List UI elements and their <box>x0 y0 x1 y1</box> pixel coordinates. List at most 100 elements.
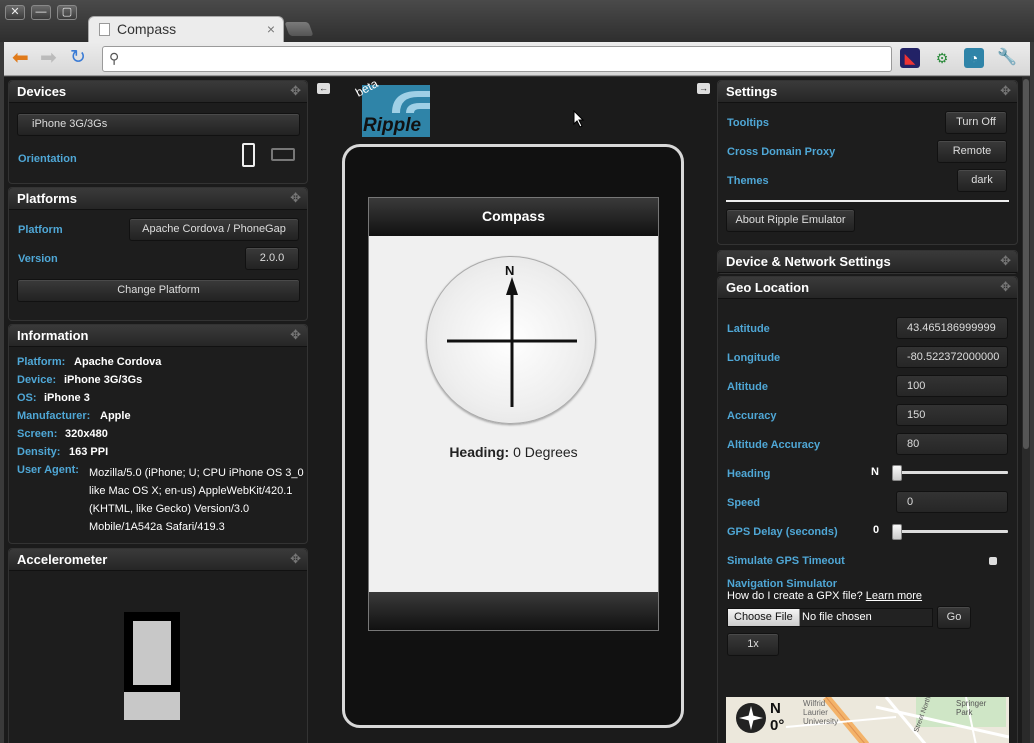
compass-dial: N <box>426 256 596 424</box>
geo-map[interactable]: N 0° Wilfrid Laurier University Springer… <box>726 697 1009 743</box>
expand-icon[interactable]: ✥ <box>1000 83 1011 99</box>
portrait-icon[interactable] <box>242 143 255 167</box>
tab-title: Compass <box>117 21 177 37</box>
info-key: Manufacturer: <box>17 410 91 422</box>
info-value: iPhone 3G/3Gs <box>64 374 143 386</box>
close-window-button[interactable]: ✕ <box>5 5 25 20</box>
logo-text: Ripple <box>363 115 422 136</box>
speed-label: Speed <box>727 497 761 509</box>
collapse-left-icon[interactable]: ← <box>317 83 330 94</box>
divider <box>726 200 1009 202</box>
collapse-right-icon[interactable]: → <box>697 83 710 94</box>
app-footer <box>369 592 658 630</box>
gps-timeout-checkbox[interactable] <box>989 557 997 565</box>
device-screen <box>133 621 171 685</box>
tab-compass[interactable]: Compass × <box>88 16 284 42</box>
go-button[interactable]: Go <box>937 606 971 629</box>
panel-title: Device & Network Settings <box>726 254 891 269</box>
altitude-accuracy-input[interactable]: 80 <box>896 433 1008 455</box>
altitude-input[interactable]: 100 <box>896 375 1008 397</box>
url-input[interactable] <box>129 50 879 68</box>
accuracy-label: Accuracy <box>727 410 777 422</box>
choose-file-button[interactable]: Choose File <box>728 609 800 626</box>
file-input[interactable]: Choose File No file chosen <box>727 608 933 627</box>
geo-panel: Geo Location ✥ Latitude 43.465186999999 L… <box>717 276 1018 743</box>
tooltips-toggle-button[interactable]: Turn Off <box>945 111 1007 134</box>
version-label: Version <box>18 253 58 265</box>
speed-input[interactable]: 0 <box>896 491 1008 513</box>
close-tab-icon[interactable]: × <box>267 21 275 37</box>
geo-header[interactable]: Geo Location ✥ <box>718 277 1017 299</box>
back-arrow-icon[interactable]: ⬅ <box>12 48 29 68</box>
landscape-icon[interactable] <box>271 148 295 161</box>
expand-icon[interactable]: ✥ <box>290 551 301 567</box>
search-icon: ⚲ <box>109 50 120 66</box>
platforms-header[interactable]: Platforms ✥ <box>9 188 307 210</box>
version-select[interactable]: 2.0.0 <box>245 247 299 270</box>
expand-icon[interactable]: ✥ <box>290 327 301 343</box>
information-header[interactable]: Information ✥ <box>9 325 307 347</box>
info-value: Apple <box>100 410 131 422</box>
gps-delay-label: GPS Delay (seconds) <box>727 526 838 538</box>
expand-icon[interactable]: ✥ <box>1000 253 1011 269</box>
extension-gear-icon[interactable]: ⚙ <box>932 48 952 68</box>
ripple-extension-icon[interactable]: ◔ <box>964 48 984 68</box>
proxy-label: Cross Domain Proxy <box>727 146 836 158</box>
forward-arrow-icon[interactable]: ➡ <box>40 48 57 68</box>
browser-window: ✕ — ▢ Compass × ⬅ ➡ ↻ ⚲ ◣ ⚙ ◔ 🔧 Devices ✥… <box>0 0 1034 743</box>
platform-label: Platform <box>18 224 63 236</box>
app-header: Compass <box>369 198 658 236</box>
emulator-area: Devices ✥ iPhone 3G/3Gs Orientation Platf… <box>4 77 1030 743</box>
gps-delay-slider-handle[interactable] <box>892 524 902 540</box>
speed-multiplier-button[interactable]: 1x <box>727 633 779 656</box>
change-platform-button[interactable]: Change Platform <box>17 279 300 302</box>
info-key: Density: <box>17 446 61 458</box>
longitude-input[interactable]: -80.522372000000 <box>896 346 1008 368</box>
expand-icon[interactable]: ✥ <box>290 83 301 99</box>
page-icon <box>99 23 110 36</box>
map-degrees: 0° <box>770 717 785 734</box>
minimize-window-button[interactable]: — <box>31 5 51 20</box>
expand-icon[interactable]: ✥ <box>1000 279 1011 295</box>
reload-icon[interactable]: ↻ <box>70 48 86 68</box>
gpx-help: How do I create a GPX file? Learn more <box>727 590 922 602</box>
panel-title: Accelerometer <box>17 552 108 567</box>
latitude-input[interactable]: 43.465186999999 <box>896 317 1008 339</box>
gpx-question: How do I create a GPX file? <box>727 590 863 602</box>
new-tab-button[interactable] <box>284 22 314 36</box>
map-label: Wilfrid <box>803 699 826 708</box>
gps-delay-slider[interactable] <box>892 530 1008 533</box>
expand-icon[interactable]: ✥ <box>290 190 301 206</box>
wrench-icon[interactable]: 🔧 <box>997 48 1017 68</box>
scrollbar-thumb[interactable] <box>1023 79 1029 449</box>
accelerometer-panel: Accelerometer ✥ <box>8 548 308 743</box>
no-file-label: No file chosen <box>802 611 872 623</box>
settings-header[interactable]: Settings ✥ <box>718 81 1017 103</box>
maximize-window-button[interactable]: ▢ <box>57 5 77 20</box>
user-agent-value: Mozilla/5.0 (iPhone; U; CPU iPhone OS 3_… <box>89 464 304 536</box>
panel-title: Settings <box>726 84 778 99</box>
proxy-select[interactable]: Remote <box>937 140 1007 163</box>
ua-line: (KHTML, like Gecko) Version/3.0 <box>89 503 250 515</box>
scrollbar[interactable] <box>1022 77 1030 743</box>
platform-select[interactable]: Apache Cordova / PhoneGap <box>129 218 299 241</box>
panel-title: Geo Location <box>726 280 810 295</box>
network-header[interactable]: Device & Network Settings ✥ <box>718 251 1017 273</box>
phone-screen[interactable]: Compass N Heading: 0 Degrees <box>368 197 659 631</box>
extension-icon[interactable]: ◣ <box>900 48 920 68</box>
heading-readout: Heading: 0 Degrees <box>369 444 658 460</box>
about-button[interactable]: About Ripple Emulator <box>726 209 855 232</box>
accuracy-input[interactable]: 150 <box>896 404 1008 426</box>
info-key: Platform: <box>17 356 66 368</box>
learn-more-link[interactable]: Learn more <box>866 590 922 602</box>
device-select[interactable]: iPhone 3G/3Gs <box>17 113 300 136</box>
panel-title: Platforms <box>17 191 77 206</box>
heading-slider[interactable] <box>892 471 1008 474</box>
devices-header[interactable]: Devices ✥ <box>9 81 307 103</box>
address-bar[interactable]: ⚲ <box>102 46 892 72</box>
info-key: Device: <box>17 374 57 386</box>
accelerometer-header[interactable]: Accelerometer ✥ <box>9 549 307 571</box>
themes-select[interactable]: dark <box>957 169 1007 192</box>
ua-line: Mobile/1A542a Safari/419.3 <box>89 521 225 533</box>
heading-slider-handle[interactable] <box>892 465 902 481</box>
